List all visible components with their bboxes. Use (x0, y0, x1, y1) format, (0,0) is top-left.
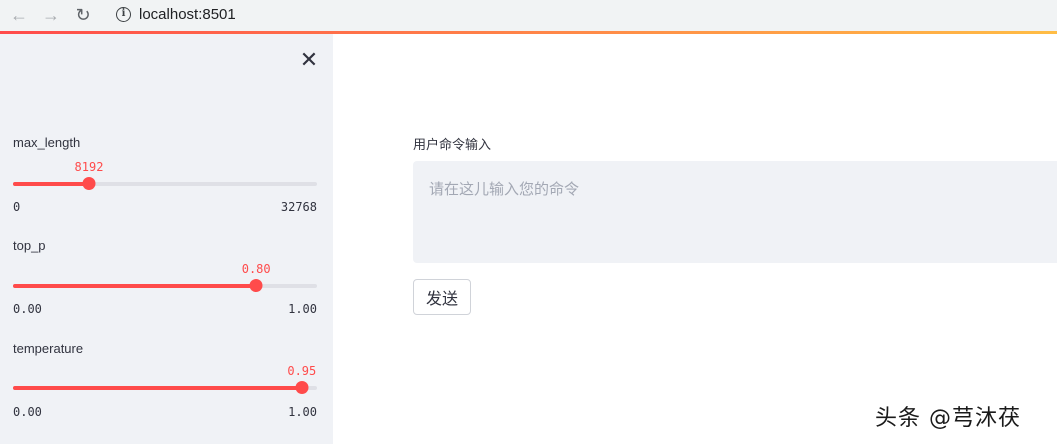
slider-thumb[interactable] (249, 279, 263, 292)
back-arrow-icon[interactable]: ← (8, 4, 30, 26)
command-input[interactable] (413, 161, 1057, 263)
send-button[interactable]: 发送 (413, 279, 471, 315)
slider-thumb[interactable] (295, 381, 309, 394)
slider-min: 0 (13, 200, 21, 214)
command-input-label: 用户命令输入 (413, 137, 492, 152)
main-content: 用户命令输入 发送 (333, 34, 1057, 444)
browser-toolbar: ← → ↻ i localhost:8501 (0, 0, 1057, 31)
slider-value: 0.95 (287, 364, 317, 378)
slider-track[interactable] (13, 279, 317, 292)
watermark: 头条 @芎沐茯 (875, 406, 1021, 431)
slider-max: 32768 (280, 200, 317, 214)
slider-track[interactable] (13, 177, 317, 190)
slider-max: 1.00 (288, 302, 317, 316)
slider-track[interactable] (13, 381, 317, 394)
forward-arrow-icon[interactable]: → (40, 4, 62, 26)
info-icon[interactable]: i (116, 7, 131, 22)
sidebar: ✕ max_length 8192 0 32768 top_p 0.80 0.0… (0, 34, 333, 444)
close-icon[interactable]: ✕ (298, 49, 320, 71)
slider-label: temperature (13, 341, 84, 356)
reload-icon[interactable]: ↻ (72, 4, 94, 26)
address-bar[interactable]: i localhost:8501 (106, 2, 1057, 28)
slider-max: 1.00 (288, 405, 317, 419)
slider-fill (13, 182, 89, 186)
slider-label: top_p (13, 238, 46, 253)
slider-value: 8192 (74, 160, 104, 174)
slider-min: 0.00 (13, 302, 42, 316)
slider-label: max_length (13, 135, 81, 150)
slider-value: 0.80 (241, 262, 271, 276)
slider-thumb[interactable] (82, 177, 96, 190)
slider-fill (13, 386, 302, 390)
url-text[interactable]: localhost:8501 (139, 6, 236, 23)
slider-fill (13, 284, 257, 288)
slider-min: 0.00 (13, 405, 42, 419)
